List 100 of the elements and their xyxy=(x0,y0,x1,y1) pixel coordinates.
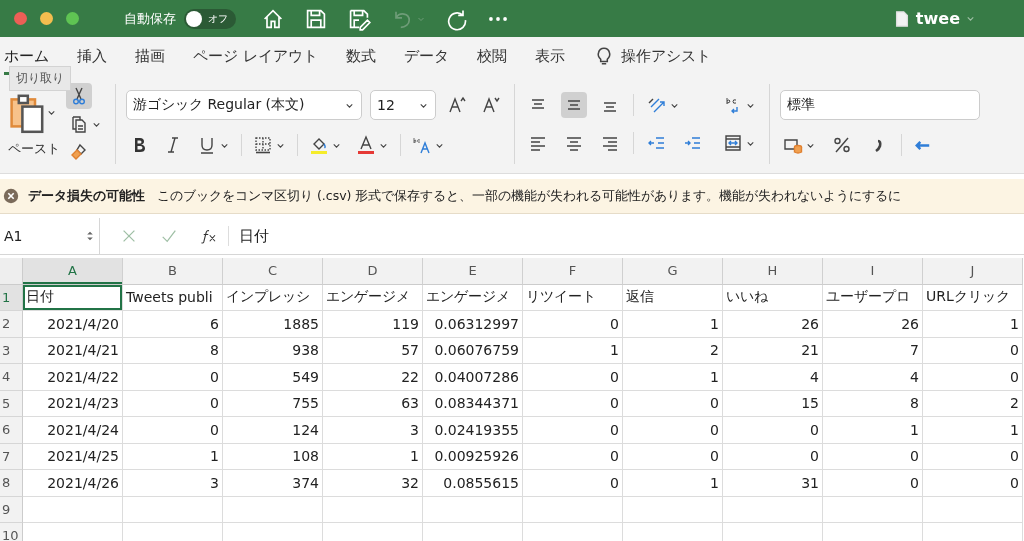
tell-me-button[interactable]: 操作アシスト xyxy=(592,37,711,75)
ribbon-tab[interactable]: 校閲 xyxy=(476,37,507,75)
table-cell: 0 xyxy=(823,443,923,470)
table-cell: 0 xyxy=(623,390,723,417)
column-header[interactable]: H xyxy=(723,258,823,285)
ribbon-tab[interactable]: 数式 xyxy=(345,37,376,75)
empty-cell[interactable] xyxy=(123,496,223,523)
table-cell: 7 xyxy=(823,337,923,364)
table-cell: ユーザープロ xyxy=(823,284,923,311)
table-cell: 2021/4/22 xyxy=(23,364,123,391)
column-header[interactable]: A xyxy=(23,258,123,285)
row-header[interactable]: 2 xyxy=(0,311,23,338)
table-cell: 1 xyxy=(323,443,423,470)
table-cell: 返信 xyxy=(623,284,723,311)
active-cell[interactable]: 日付 xyxy=(23,284,123,311)
table-cell: 2021/4/20 xyxy=(23,311,123,338)
table-cell: Tweets publi xyxy=(123,284,223,311)
table-cell: 2 xyxy=(623,337,723,364)
ribbon-tab[interactable]: 表示 xyxy=(534,37,565,75)
ribbon-tab[interactable]: データ xyxy=(403,37,449,75)
document-title[interactable]: twee xyxy=(892,7,976,30)
ribbon-tab[interactable]: 描画 xyxy=(135,37,165,75)
column-header[interactable]: C xyxy=(223,258,323,285)
table-cell: 0 xyxy=(823,470,923,497)
row-header[interactable]: 5 xyxy=(0,390,23,417)
row-header[interactable]: 3 xyxy=(0,337,23,364)
column-header[interactable]: I xyxy=(823,258,923,285)
table-cell: 15 xyxy=(723,390,823,417)
table-cell: 4 xyxy=(723,364,823,391)
table-cell: 0 xyxy=(123,364,223,391)
empty-cell[interactable] xyxy=(523,496,623,523)
table-cell: 63 xyxy=(323,390,423,417)
font-shrink-icon xyxy=(481,95,501,115)
table-cell: 0 xyxy=(523,364,623,391)
font-size-field[interactable]: 12 xyxy=(370,90,436,120)
table-cell: 108 xyxy=(223,443,323,470)
row-header[interactable]: 10 xyxy=(0,523,23,541)
formula-field[interactable]: 日付 xyxy=(229,226,269,246)
ribbon-tab[interactable]: ページ レイアウト xyxy=(193,37,318,75)
row-header[interactable]: 6 xyxy=(0,417,23,444)
row-header[interactable]: 1 xyxy=(0,284,23,311)
table-cell: 0.02419355 xyxy=(423,417,523,444)
autosave-label: 自動保存 xyxy=(124,9,176,28)
message-title: データ損失の可能性 xyxy=(28,187,145,205)
zoom-window-button[interactable] xyxy=(66,12,79,25)
table-cell: 1 xyxy=(623,364,723,391)
cut-button[interactable] xyxy=(66,83,92,109)
table-cell: 0 xyxy=(523,470,623,497)
tooltip: 切り取り xyxy=(9,66,71,91)
table-cell: 0 xyxy=(523,417,623,444)
table-cell: 0 xyxy=(123,390,223,417)
table-cell: リツイート xyxy=(523,284,623,311)
table-cell: 0 xyxy=(523,443,623,470)
font-name-field[interactable]: 游ゴシック Regular (本文) xyxy=(126,90,362,120)
column-header[interactable]: F xyxy=(523,258,623,285)
empty-cell[interactable] xyxy=(323,496,423,523)
table-cell: 0 xyxy=(923,470,1023,497)
column-header[interactable]: E xyxy=(423,258,523,285)
empty-cell[interactable] xyxy=(923,496,1023,523)
table-cell: 0.04007286 xyxy=(423,364,523,391)
text-style-icon xyxy=(412,135,432,155)
table-cell: 8 xyxy=(123,337,223,364)
table-cell: 2021/4/25 xyxy=(23,443,123,470)
empty-cell[interactable] xyxy=(723,496,823,523)
table-cell: 57 xyxy=(323,337,423,364)
autosave-toggle[interactable]: オフ xyxy=(184,8,236,29)
ribbon-tab[interactable]: 挿入 xyxy=(77,37,107,75)
minimize-window-button[interactable] xyxy=(40,12,53,25)
function-button[interactable] xyxy=(200,227,218,245)
empty-cell[interactable] xyxy=(223,496,323,523)
column-header[interactable]: G xyxy=(623,258,723,285)
table-cell: 0.0855615 xyxy=(423,470,523,497)
table-cell: 26 xyxy=(823,311,923,338)
table-cell: 26 xyxy=(723,311,823,338)
column-header[interactable]: B xyxy=(123,258,223,285)
column-header[interactable]: J xyxy=(923,258,1023,285)
table-cell: 1 xyxy=(623,470,723,497)
empty-cell[interactable] xyxy=(623,496,723,523)
percent-icon xyxy=(832,135,852,155)
table-cell: 2021/4/24 xyxy=(23,417,123,444)
more-icon xyxy=(488,15,508,22)
middle-align-button[interactable] xyxy=(561,92,587,118)
column-header[interactable]: D xyxy=(323,258,423,285)
row-header[interactable]: 4 xyxy=(0,364,23,391)
row-header[interactable]: 8 xyxy=(0,470,23,497)
table-cell: 0 xyxy=(623,443,723,470)
table-cell: 1885 xyxy=(223,311,323,338)
name-box[interactable]: A1 xyxy=(0,218,100,254)
table-cell: インプレッシ xyxy=(223,284,323,311)
empty-cell[interactable] xyxy=(823,496,923,523)
table-cell: 2 xyxy=(923,390,1023,417)
row-header[interactable]: 9 xyxy=(0,496,23,523)
empty-cell[interactable] xyxy=(423,496,523,523)
table-cell: 2021/4/23 xyxy=(23,390,123,417)
paste-button[interactable]: ペースト xyxy=(8,90,60,158)
row-header[interactable]: 7 xyxy=(0,443,23,470)
number-format-field[interactable]: 標準 xyxy=(780,90,980,120)
table-cell: 755 xyxy=(223,390,323,417)
table-cell: 21 xyxy=(723,337,823,364)
table-cell: 1 xyxy=(123,443,223,470)
